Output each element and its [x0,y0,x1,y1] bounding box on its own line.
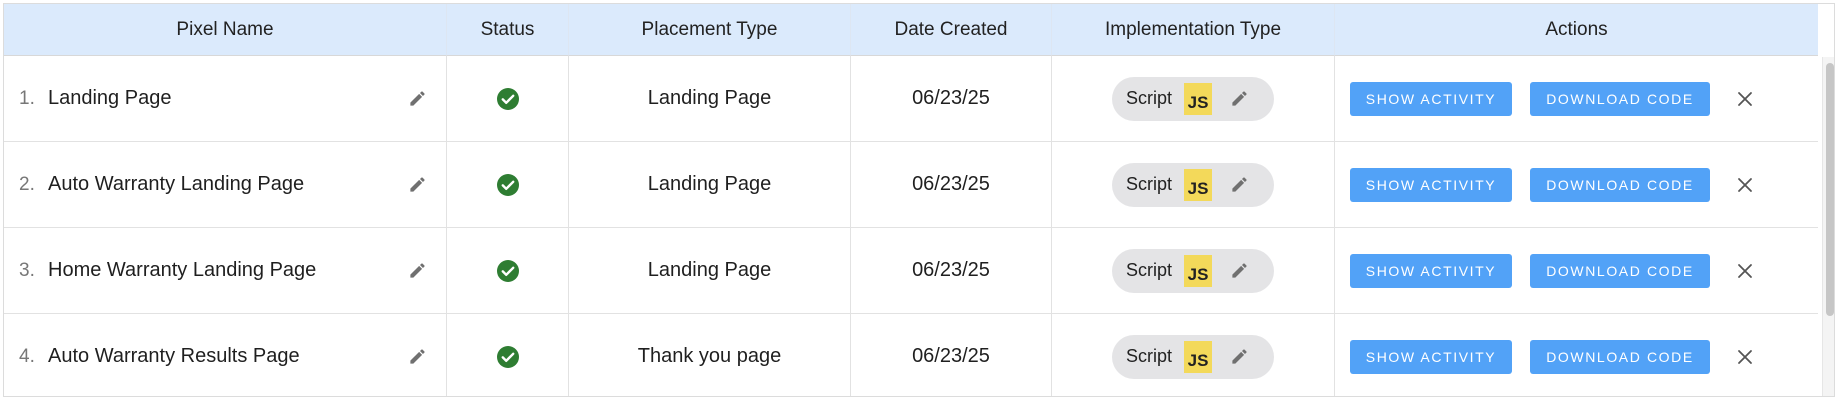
implementation-label: Script [1126,174,1173,194]
js-badge-icon: JS [1184,168,1213,201]
vertical-scrollbar[interactable] [1822,57,1834,396]
cell-actions: SHOW ACTIVITY DOWNLOAD CODE [1335,56,1818,142]
js-badge-icon: JS [1184,82,1213,115]
download-code-button[interactable]: DOWNLOAD CODE [1530,81,1710,116]
implementation-label: Script [1126,88,1173,108]
header-date-created: Date Created [851,4,1052,56]
pixels-table-frame: Pixel Name Status Placement Type Date Cr… [3,3,1835,397]
cell-placement-type: Landing Page [569,142,851,228]
show-activity-button[interactable]: SHOW ACTIVITY [1350,339,1512,374]
header-placement-type: Placement Type [569,4,851,56]
pencil-icon[interactable] [406,88,428,110]
check-circle-icon [496,87,520,111]
pencil-icon[interactable] [1228,346,1250,368]
download-code-button[interactable]: DOWNLOAD CODE [1530,253,1710,288]
close-icon[interactable] [1734,174,1756,196]
implementation-label: Script [1126,260,1173,280]
close-icon[interactable] [1734,88,1756,110]
check-circle-icon [496,259,520,283]
implementation-label: Script [1126,346,1173,366]
pixel-name: Landing Page [48,87,172,109]
pixel-name: Auto Warranty Landing Page [48,173,305,195]
cell-status [447,142,569,228]
pixels-table: Pixel Name Status Placement Type Date Cr… [4,4,1818,56]
date-created: 06/23/25 [912,173,990,195]
placement-type: Landing Page [647,173,772,195]
js-badge-icon: JS [1184,254,1213,287]
cell-date-created: 06/23/25 [851,142,1052,228]
header-actions: Actions [1335,4,1818,56]
pencil-icon[interactable] [1228,88,1250,110]
cell-placement-type: Landing Page [569,56,851,142]
cell-date-created: 06/23/25 [851,314,1052,396]
cell-implementation-type: Script JS [1052,314,1335,396]
placement-type: Landing Page [647,259,772,281]
cell-status [447,56,569,142]
placement-type: Landing Page [647,87,772,109]
show-activity-button[interactable]: SHOW ACTIVITY [1350,81,1512,116]
cell-pixel-name: 2. Auto Warranty Landing Page [4,142,447,228]
scrollbar-thumb[interactable] [1826,63,1834,316]
download-code-button[interactable]: DOWNLOAD CODE [1530,167,1710,202]
cell-pixel-name: 1. Landing Page [4,56,447,142]
date-created: 06/23/25 [912,87,990,109]
cell-implementation-type: Script JS [1052,56,1335,142]
cell-date-created: 06/23/25 [851,228,1052,314]
download-code-button[interactable]: DOWNLOAD CODE [1530,339,1710,374]
pencil-icon[interactable] [406,260,428,282]
close-icon[interactable] [1734,346,1756,368]
cell-implementation-type: Script JS [1052,228,1335,314]
date-created: 06/23/25 [912,345,990,367]
cell-placement-type: Landing Page [569,228,851,314]
show-activity-button[interactable]: SHOW ACTIVITY [1350,253,1512,288]
pencil-icon[interactable] [406,346,428,368]
implementation-chip[interactable]: Script JS [1112,334,1274,379]
placement-type: Thank you page [637,345,782,367]
implementation-chip[interactable]: Script JS [1112,76,1274,121]
pencil-icon[interactable] [406,174,428,196]
pixel-name: Home Warranty Landing Page [48,259,317,281]
implementation-chip[interactable]: Script JS [1112,248,1274,293]
pencil-icon[interactable] [1228,260,1250,282]
js-badge-icon: JS [1184,340,1213,373]
cell-status [447,314,569,396]
row-number: 3. [19,260,35,281]
implementation-chip[interactable]: Script JS [1112,162,1274,207]
cell-pixel-name: 3. Home Warranty Landing Page [4,228,447,314]
row-number: 4. [19,346,35,367]
date-created: 06/23/25 [912,259,990,281]
cell-actions: SHOW ACTIVITY DOWNLOAD CODE [1335,228,1818,314]
close-icon[interactable] [1734,260,1756,282]
header-status: Status [447,4,569,56]
check-circle-icon [496,173,520,197]
cell-placement-type: Thank you page [569,314,851,396]
pencil-icon[interactable] [1228,174,1250,196]
cell-pixel-name: 4. Auto Warranty Results Page [4,314,447,396]
show-activity-button[interactable]: SHOW ACTIVITY [1350,167,1512,202]
table-body: 1. Landing Page Landing Page 06/23/25 Sc… [4,56,1818,396]
header-implementation-type: Implementation Type [1052,4,1335,56]
cell-implementation-type: Script JS [1052,142,1335,228]
pixel-name: Auto Warranty Results Page [48,345,300,367]
cell-actions: SHOW ACTIVITY DOWNLOAD CODE [1335,142,1818,228]
cell-actions: SHOW ACTIVITY DOWNLOAD CODE [1335,314,1818,396]
check-circle-icon [496,345,520,369]
cell-status [447,228,569,314]
row-number: 1. [19,88,35,109]
cell-date-created: 06/23/25 [851,56,1052,142]
row-number: 2. [19,174,35,195]
header-pixel-name: Pixel Name [4,4,447,56]
